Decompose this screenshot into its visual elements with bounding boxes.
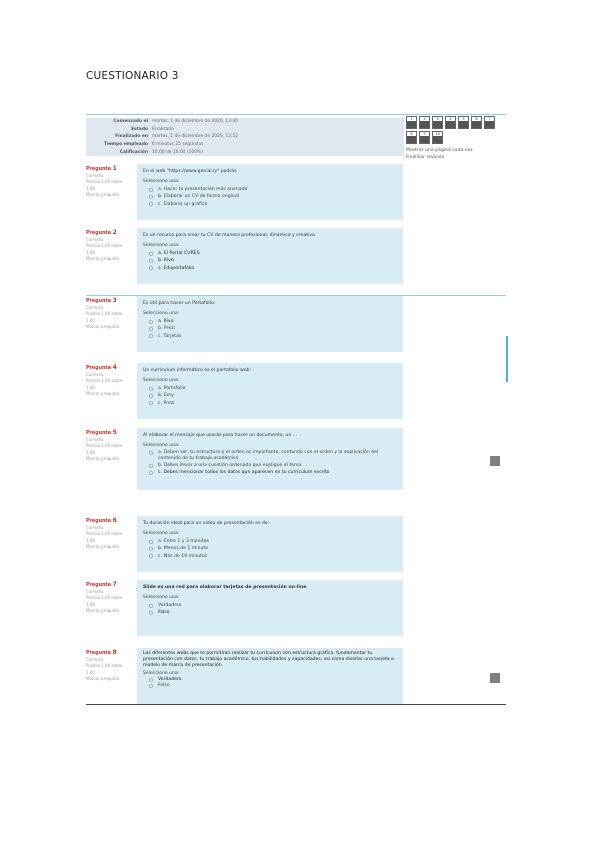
radio-icon[interactable] [149,266,153,271]
nav-question-3[interactable]: 3 [432,116,443,129]
flag-question-link[interactable]: Marcar pregunta [86,192,132,198]
question-info: Pregunta 4 Correcta Puntúa 1,00 sobre 1,… [86,364,132,397]
question-info: Pregunta 6 Correcta Puntúa 1,00 sobre 1,… [86,517,132,550]
radio-icon[interactable] [149,684,153,689]
answer-option[interactable]: c. Elaborar un gráfico [143,201,397,208]
question-box: Un currículum informático es el portafol… [137,363,403,419]
answer-option[interactable]: Falso [143,683,397,689]
flag-question-link[interactable]: Marcar pregunta [86,608,132,614]
answer-option[interactable]: Falso [143,609,397,616]
summary-row-grade: Calificación 10,00 de 10,00 (100%) [119,149,203,155]
answer-option[interactable]: a. Portafolio [143,385,397,392]
flag-question-link[interactable]: Marcar pregunta [86,456,132,462]
nav-question-10[interactable]: 10 [432,131,443,144]
radio-icon[interactable] [149,202,153,207]
answer-option[interactable]: Verdadero [143,602,397,609]
radio-icon[interactable] [149,401,153,406]
summary-row-started: Comenzado el martes, 1 de diciembre de 20… [113,119,239,125]
document-title: CUESTIONARIO 3 [86,70,179,82]
radio-icon[interactable] [149,194,153,199]
flag-question-link[interactable]: Marcar pregunta [86,256,132,262]
radio-icon[interactable] [149,326,153,331]
question-box: Los diferentes webs que te permitirán re… [137,648,403,704]
answer-option[interactable]: c. Prezi [143,400,397,407]
radio-icon[interactable] [149,554,153,559]
question-box: Slide es una red para elaborar tarjetas … [137,580,403,636]
question-info: Pregunta 7 Correcta Puntúa 1,00 sobre 1,… [86,581,132,614]
scroll-marker-icon [490,673,500,683]
radio-icon[interactable] [149,539,153,544]
nav-question-6[interactable]: 6 [471,116,482,129]
attempt-summary: Comenzado el martes, 1 de diciembre de 20… [86,118,404,156]
question-info: Pregunta 3 Correcta Puntúa 1,00 sobre 1,… [86,297,132,330]
flag-question-link[interactable]: Marcar pregunta [86,324,132,330]
radio-icon[interactable] [149,251,153,256]
question-info: Pregunta 8 Correcta Puntúa 1,00 sobre 1,… [86,649,132,682]
answer-option[interactable]: a. Hacer tu presentación más animada [143,186,397,193]
answer-option[interactable]: c. Eduportafolio [143,265,397,272]
radio-icon[interactable] [149,610,153,615]
summary-row-time: Tiempo empleado 6 minutos 25 segundos [103,142,204,148]
question-info: Pregunta 2 Correcta Puntúa 1,00 sobre 1,… [86,229,132,262]
answer-option[interactable]: c. Más de 10 minutos [143,553,397,560]
question-box: Tu duración ideal para un video de prese… [137,516,403,572]
radio-icon[interactable] [149,187,153,192]
radio-icon[interactable] [149,258,153,263]
radio-icon[interactable] [149,603,153,608]
question-box: Es un recurso para crear tu CV de manera… [137,228,403,284]
radio-icon[interactable] [149,319,153,324]
scrollbar-right[interactable] [506,336,508,382]
answer-option[interactable]: b. Elaborar un CV de forma original [143,193,397,200]
question-info: Pregunta 5 Correcta Puntúa 1,00 sobre 1,… [86,429,132,462]
nav-question-1[interactable]: 1 [406,116,417,129]
question-info: Pregunta 1 Correcta Puntúa 1,00 sobre 1,… [86,165,132,198]
finish-review-link[interactable]: Finalizar revisión [406,155,506,160]
question-box: Es útil para hacer un Portafolio: Selecc… [137,296,403,352]
flag-question-link[interactable]: Marcar pregunta [86,544,132,550]
radio-icon[interactable] [149,386,153,391]
answer-option[interactable]: b. Debes llevar a una cuestión ordenada … [143,462,397,469]
summary-row-status: Estado Finalizado [131,126,174,132]
nav-question-8[interactable]: 8 [406,131,417,144]
question-box: Al elaborar el mensaje que usarás para h… [137,428,403,490]
quiz-navigation: 1 2 3 4 5 6 7 8 9 10 Mostrar una página … [406,116,506,160]
nav-question-2[interactable]: 2 [419,116,430,129]
question-box: En el web "https://www.genial.ly" podrás… [137,164,403,220]
answer-option[interactable]: b. Menos de 1 minuto [143,545,397,552]
summary-row-finished: Finalizado en martes, 1 de diciembre de 2… [115,134,239,140]
radio-icon[interactable] [149,393,153,398]
nav-question-7[interactable]: 7 [484,116,495,129]
separator-bottom [86,704,506,705]
answer-option[interactable]: a. El Portal CURES [143,250,397,257]
radio-icon[interactable] [149,470,153,475]
show-one-page-link[interactable]: Mostrar una página cada vez [406,148,506,153]
separator-top [86,114,506,115]
scroll-marker-icon [490,456,500,466]
answer-option[interactable]: a. Kivo [143,318,397,325]
nav-question-4[interactable]: 4 [445,116,456,129]
radio-icon[interactable] [149,677,153,682]
answer-option[interactable]: b. Emy [143,392,397,399]
answer-option[interactable]: a. Entre 1 y 3 minutos [143,538,397,545]
radio-icon[interactable] [149,334,153,339]
radio-icon[interactable] [149,463,153,468]
answer-option[interactable]: c. Tarjetas [143,333,397,340]
answer-option[interactable]: b. Prezi [143,325,397,332]
nav-question-5[interactable]: 5 [458,116,469,129]
nav-question-9[interactable]: 9 [419,131,430,144]
flag-question-link[interactable]: Marcar pregunta [86,676,132,682]
answer-option[interactable]: b. Kivo [143,257,397,264]
flag-question-link[interactable]: Marcar pregunta [86,391,132,397]
answer-option[interactable]: a. Deben ser, tu estructura y el orden e… [143,450,397,462]
answer-option[interactable]: c. Debes mencionar todos los datos que a… [143,469,397,476]
radio-icon[interactable] [149,546,153,551]
radio-icon[interactable] [149,450,153,455]
